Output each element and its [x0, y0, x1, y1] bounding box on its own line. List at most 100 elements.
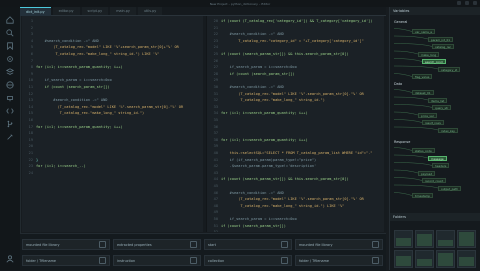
- home-icon[interactable]: [5, 15, 15, 25]
- code-line[interactable]: 40 this->selectSQL="SELECT * FROM T_cata…: [207, 150, 387, 156]
- expand-icon[interactable]: [190, 257, 197, 264]
- variable-node[interactable]: result_rows: [422, 120, 444, 125]
- code-line[interactable]: 45: [207, 183, 387, 189]
- folder-thumbnail[interactable]: [394, 250, 413, 268]
- code-line[interactable]: 14 (T_catalog_rec."model" LIKE '%".searc…: [22, 104, 205, 110]
- tab-1[interactable]: editor.py: [52, 7, 80, 15]
- code-line[interactable]: 47 (T_catalog_rec."model" LIKE '%".searc…: [207, 196, 387, 202]
- code-line[interactable]: 21: [207, 25, 387, 31]
- code-line[interactable]: 2: [22, 25, 205, 31]
- expand-icon[interactable]: [372, 257, 379, 264]
- code-line[interactable]: 24: [207, 44, 387, 50]
- globe-icon[interactable]: [5, 80, 15, 90]
- section-2[interactable]: Response: [394, 140, 410, 144]
- user-icon[interactable]: [5, 254, 15, 264]
- variable-node[interactable]: dataset_01: [412, 90, 434, 95]
- code-line[interactable]: 22 #search_condition -=" AND: [207, 31, 387, 37]
- code-icon[interactable]: [5, 106, 15, 116]
- code-line[interactable]: 42 .$search_param.param_type!='descripti…: [207, 163, 387, 169]
- code-line[interactable]: 27 if_search_param = i==search=0oo: [207, 64, 387, 70]
- code-line[interactable]: 46 #search_condition -=" AND: [207, 190, 387, 196]
- folder-thumbnail[interactable]: [436, 250, 455, 268]
- code-line[interactable]: 18: [22, 130, 205, 136]
- scrollbar-right[interactable]: [384, 16, 387, 232]
- code-line[interactable]: 32 T_catalog_rec."make_long_" string_id.…: [207, 97, 387, 103]
- code-line[interactable]: 26: [207, 58, 387, 64]
- folder-thumbnail[interactable]: [457, 230, 476, 248]
- bottom-card[interactable]: mounted file library: [22, 239, 110, 250]
- code-line[interactable]: 43: [207, 170, 387, 176]
- code-line[interactable]: 52: [207, 229, 387, 232]
- search-icon[interactable]: [5, 28, 15, 38]
- code-line[interactable]: 44 if (count (search_param_str[]) && this…: [207, 176, 387, 182]
- code-line[interactable]: 9: [22, 71, 205, 77]
- settings-icon[interactable]: [5, 54, 15, 64]
- variable-node[interactable]: param_int_01: [428, 36, 454, 42]
- bottom-card[interactable]: instruction: [113, 255, 201, 266]
- code-line[interactable]: 7: [22, 58, 205, 64]
- code-line[interactable]: 51 if (count (search_param_str[]): [207, 223, 387, 229]
- code-line[interactable]: 29: [207, 77, 387, 83]
- expand-icon[interactable]: [99, 257, 106, 264]
- folder-thumbnail[interactable]: [394, 230, 413, 248]
- close-button[interactable]: [473, 1, 477, 5]
- code-line[interactable]: 28 if (count (search_param_str[]): [207, 71, 387, 77]
- code-line[interactable]: 20: [22, 143, 205, 149]
- variable-node[interactable]: timestamp: [412, 193, 434, 198]
- bookmark-icon[interactable]: [5, 41, 15, 51]
- section-0[interactable]: General: [394, 20, 407, 24]
- folder-thumbnail[interactable]: [436, 230, 455, 248]
- code-line[interactable]: 24: [22, 170, 205, 176]
- code-line[interactable]: 15 T_catalog_rec."make_long_" string_id.…: [22, 110, 205, 116]
- bottom-card[interactable]: start: [204, 239, 292, 250]
- code-line[interactable]: 49: [207, 209, 387, 215]
- code-line[interactable]: 13 #search_condition -=" AND: [22, 97, 205, 103]
- minimize-button[interactable]: [457, 1, 461, 5]
- code-line[interactable]: 1: [22, 18, 205, 24]
- code-line[interactable]: 16: [22, 117, 205, 123]
- variable-node[interactable]: price_val: [418, 112, 437, 118]
- expand-icon[interactable]: [99, 241, 106, 248]
- folder-thumbnail[interactable]: [415, 230, 434, 248]
- variable-node[interactable]: catalog_rec: [432, 44, 455, 49]
- folders-header[interactable]: Folders: [390, 213, 480, 221]
- code-line[interactable]: 3: [22, 31, 205, 37]
- variable-node[interactable]: query_str: [432, 105, 452, 110]
- variable-node[interactable]: record_count: [422, 178, 447, 183]
- variables-header[interactable]: Variables: [390, 7, 480, 15]
- code-line[interactable]: 10 if_search_param = i==search=0oo: [22, 77, 205, 83]
- scrollbar-left[interactable]: [203, 16, 206, 232]
- code-line[interactable]: 6 T_catalog_rec."make_long_" string_id."…: [22, 51, 205, 57]
- variable-node[interactable]: headers: [432, 163, 450, 168]
- variable-node[interactable]: search_cond: [422, 59, 446, 64]
- variable-node[interactable]: category_id: [438, 66, 461, 72]
- expand-icon[interactable]: [190, 241, 197, 248]
- layers-icon[interactable]: [5, 67, 15, 77]
- variable-node[interactable]: items_list: [428, 97, 448, 103]
- tab-3[interactable]: main.py: [110, 7, 136, 15]
- code-line[interactable]: 39: [207, 143, 387, 149]
- code-line[interactable]: 20 if (count (T_catalog_rec['category_id'…: [207, 18, 387, 24]
- code-line[interactable]: 11 if (count (search_param_str[]): [22, 84, 205, 90]
- code-line[interactable]: 12: [22, 91, 205, 97]
- code-line[interactable]: 35: [207, 117, 387, 123]
- bottom-card[interactable]: extracted properties: [113, 239, 201, 250]
- folder-thumbnail[interactable]: [415, 250, 434, 268]
- code-line[interactable]: 38 for (i=1; i<=search_param_quantity; i+…: [207, 137, 387, 143]
- code-line[interactable]: 5 (T_catalog_rec."model" LIKE '%"+search…: [22, 44, 205, 50]
- tools-icon[interactable]: [5, 132, 15, 142]
- code-line[interactable]: 23 for (i=1; i<=search_..): [22, 163, 205, 169]
- bottom-card[interactable]: mounted file library: [295, 239, 383, 250]
- code-line[interactable]: 48 T_catalog_rec."make_long_" string_id.…: [207, 203, 387, 209]
- code-line[interactable]: 4 #search_condition -=" AND: [22, 38, 205, 44]
- code-line[interactable]: 36: [207, 124, 387, 130]
- bottom-card[interactable]: collection: [204, 255, 292, 266]
- code-line[interactable]: 33: [207, 104, 387, 110]
- variable-node[interactable]: status_code: [412, 148, 435, 153]
- editor-pane-left[interactable]: 1234 #search_condition -=" AND 5 (T_catal…: [22, 16, 205, 232]
- maximize-button[interactable]: [465, 1, 469, 5]
- code-line[interactable]: 19: [22, 137, 205, 143]
- code-line[interactable]: 37: [207, 130, 387, 136]
- variable-node[interactable]: index_key: [438, 127, 458, 133]
- variable-node[interactable]: flag_value: [412, 74, 433, 79]
